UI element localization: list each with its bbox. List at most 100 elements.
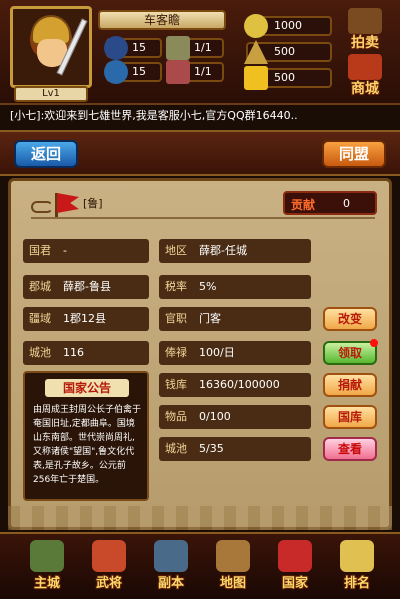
nav-bar: 返回 同盟 (0, 130, 400, 176)
defense-value: 15 (132, 65, 146, 78)
ranking-scroll-icon (340, 540, 374, 572)
coins-value: 1000 (274, 19, 302, 32)
divider (31, 217, 375, 219)
monarch-value: - (63, 244, 67, 257)
hammer-icon (348, 8, 382, 34)
region-label: 地区 (165, 244, 187, 257)
contribution-box: 贡献 0 (283, 191, 377, 215)
contribution-value: 0 (343, 197, 350, 210)
tab-city[interactable]: 主城 (18, 538, 76, 598)
region-value: 薛郡-任城 (199, 244, 247, 257)
generals-stat: 1/1 (166, 60, 224, 84)
shop-label: 商城 (351, 81, 379, 97)
gold-resource: 500 (244, 66, 332, 90)
tab-city-label: 主城 (33, 576, 60, 591)
capital-field: 郡城 薛郡-鲁县 (23, 275, 149, 299)
grain-icon (244, 40, 268, 64)
tab-nation-label: 国家 (281, 576, 308, 591)
notification-dot (370, 339, 378, 347)
change-button[interactable]: 改变 (323, 307, 377, 331)
claim-button[interactable]: 领取 (323, 339, 378, 365)
view-button[interactable]: 查看 (323, 437, 377, 461)
tax-value: 5% (199, 280, 217, 293)
coin-icon (244, 14, 268, 38)
general-helmet-icon (92, 540, 126, 572)
tab-generals[interactable]: 武将 (80, 538, 138, 598)
treasury-field: 钱库 16360/100000 (159, 373, 311, 397)
generals-value: 1/1 (194, 65, 212, 78)
map-icon (216, 540, 250, 572)
salary-value: 100/日 (199, 346, 235, 359)
territory-value: 1郡12县 (63, 312, 106, 325)
gold-value: 500 (274, 71, 295, 84)
nation-notice: 国家公告 由周成王封周公长子伯禽于奄国旧址,定都曲阜。国境山东南部。世代崇尚周礼… (23, 371, 149, 501)
crossed-swords-icon (154, 540, 188, 572)
nation-flag-icon (278, 540, 312, 572)
tab-dungeon[interactable]: 副本 (142, 538, 200, 598)
tab-ranking-label: 排名 (343, 576, 370, 591)
nation-panel: [鲁] 贡献 0 国君 - 郡城 薛郡-鲁县 疆域 1郡12县 城池 116 地… (8, 178, 392, 530)
donate-button[interactable]: 捐献 (323, 373, 377, 397)
tab-generals-label: 武将 (95, 576, 122, 591)
general-icon (166, 60, 190, 84)
grain-value: 500 (274, 45, 295, 58)
alliance-button[interactable]: 同盟 (322, 140, 386, 168)
bottom-nav: 主城 武将 副本 地图 国家 排名 (0, 532, 400, 599)
tax-label: 税率 (165, 280, 187, 293)
claim-label: 领取 (337, 346, 362, 360)
troops-stat: 1/1 (166, 36, 224, 60)
goods-field: 物品 0/100 (159, 405, 311, 429)
citypool-value: 5/35 (199, 442, 224, 455)
cities-field: 城池 116 (23, 341, 149, 365)
monarch-label: 国君 (29, 244, 51, 257)
state-tag: [鲁] (83, 197, 103, 210)
vault-button[interactable]: 国库 (323, 405, 377, 429)
back-button[interactable]: 返回 (14, 140, 78, 168)
top-hud: Lv1 车客瞻 15 1/1 15 1/1 1000 500 500 拍卖 商城 (0, 0, 400, 105)
treasury-value: 16360/100000 (199, 378, 280, 391)
announcement-ticker: [小七]:欢迎来到七雄世界,我是客服小七,官方QQ群16440.. (10, 109, 298, 122)
notice-body: 由周成王封周公长子伯禽于奄国旧址,定都曲阜。国境山东南部。世代崇尚周礼,又称诸侯… (33, 405, 142, 485)
tab-map[interactable]: 地图 (204, 538, 262, 598)
defense-stat: 15 (104, 60, 162, 84)
region-field: 地区 薛郡-任城 (159, 239, 311, 263)
player-name: 车客瞻 (98, 10, 226, 30)
capital-value: 薛郡-鲁县 (63, 280, 111, 293)
monarch-field: 国君 - (23, 239, 149, 263)
attack-value: 15 (132, 41, 146, 54)
citypool-label: 城池 (165, 442, 187, 455)
flag-icon (57, 193, 79, 213)
decorative-border (8, 506, 392, 530)
coins-resource: 1000 (244, 14, 332, 38)
post-field: 官职 门客 (159, 307, 311, 331)
salary-field: 俸禄 100/日 (159, 341, 311, 365)
cities-label: 城池 (29, 346, 51, 359)
city-icon (30, 540, 64, 572)
yinyang-icon (104, 60, 128, 84)
salary-label: 俸禄 (165, 346, 187, 359)
tab-map-label: 地图 (219, 576, 246, 591)
troops-value: 1/1 (194, 41, 212, 54)
attack-stat: 15 (104, 36, 162, 60)
treasury-label: 钱库 (165, 378, 187, 391)
auction-button[interactable]: 拍卖 (340, 8, 390, 51)
contribution-label: 贡献 (291, 198, 316, 212)
goods-label: 物品 (165, 410, 187, 423)
citypool-field: 城池 5/35 (159, 437, 311, 461)
tab-nation[interactable]: 国家 (266, 538, 324, 598)
swirl-icon (31, 201, 53, 213)
armor-icon (166, 36, 190, 60)
shop-button[interactable]: 商城 (340, 54, 390, 97)
player-level: Lv1 (14, 86, 88, 102)
player-avatar[interactable] (10, 6, 92, 88)
tab-dungeon-label: 副本 (157, 576, 184, 591)
grain-resource: 500 (244, 40, 332, 64)
shop-building-icon (348, 54, 382, 80)
goods-value: 0/100 (199, 410, 231, 423)
notice-title: 国家公告 (45, 379, 129, 397)
gold-bar-icon (244, 66, 268, 90)
post-label: 官职 (165, 312, 187, 325)
territory-label: 疆域 (29, 312, 51, 325)
territory-field: 疆域 1郡12县 (23, 307, 149, 331)
tab-ranking[interactable]: 排名 (328, 538, 386, 598)
